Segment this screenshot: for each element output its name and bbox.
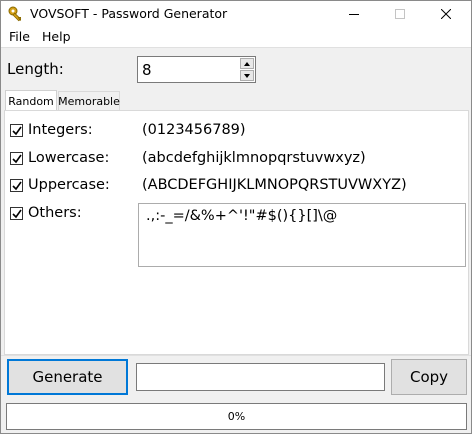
others-label: Others: <box>28 205 82 221</box>
length-label: Length: <box>7 60 64 78</box>
spin-buttons <box>240 58 254 81</box>
spin-down-button[interactable] <box>240 70 254 81</box>
spin-up-button[interactable] <box>240 58 254 69</box>
random-tab-panel: Integers: (0123456789) Lowercase: (abcde… <box>4 110 469 355</box>
close-icon <box>441 9 451 19</box>
checkmark-icon <box>12 209 22 219</box>
tab-memorable[interactable]: Memorable <box>58 91 120 111</box>
uppercase-checkbox[interactable] <box>10 179 23 192</box>
maximize-button[interactable] <box>377 1 423 27</box>
length-value[interactable]: 8 <box>142 61 152 79</box>
uppercase-label: Uppercase: <box>28 177 110 193</box>
integers-chars: (0123456789) <box>142 122 246 138</box>
password-output-field[interactable] <box>136 363 385 391</box>
menu-bar: File Help <box>1 27 471 47</box>
chevron-down-icon <box>244 73 250 78</box>
lowercase-chars: (abcdefghijklmnopqrstuvwxyz) <box>142 150 366 166</box>
lowercase-label: Lowercase: <box>28 150 110 166</box>
close-button[interactable] <box>423 1 469 27</box>
length-panel: Length: 8 <box>1 47 471 89</box>
integers-label: Integers: <box>28 122 93 138</box>
others-chars-field[interactable]: .,:-_=/&%+^'!"#$(){}[]\@ <box>138 203 466 267</box>
title-bar[interactable]: VOVSOFT - Password Generator <box>1 1 471 27</box>
checkmark-icon <box>12 181 22 191</box>
others-checkbox[interactable] <box>10 207 23 220</box>
progress-bar: 0% <box>6 403 467 430</box>
menu-file[interactable]: File <box>9 29 30 44</box>
copy-button[interactable]: Copy <box>391 359 467 395</box>
app-window: VOVSOFT - Password Generator File Help L… <box>0 0 472 434</box>
generate-button[interactable]: Generate <box>7 359 128 395</box>
checkmark-icon <box>12 126 22 136</box>
length-spinbox[interactable]: 8 <box>137 56 256 83</box>
window-title: VOVSOFT - Password Generator <box>30 6 228 21</box>
tab-random[interactable]: Random <box>5 90 57 111</box>
minimize-button[interactable] <box>331 1 377 27</box>
menu-help[interactable]: Help <box>42 29 71 44</box>
bottom-panel: Generate Copy 0% <box>1 355 471 433</box>
key-icon <box>8 6 24 22</box>
chevron-up-icon <box>244 61 250 66</box>
uppercase-chars: (ABCDEFGHIJKLMNOPQRSTUVWXYZ) <box>142 177 407 193</box>
checkmark-icon <box>12 154 22 164</box>
others-chars[interactable]: .,:-_=/&%+^'!"#$(){}[]\@ <box>146 208 337 224</box>
minimize-icon <box>349 13 359 15</box>
lowercase-checkbox[interactable] <box>10 152 23 165</box>
integers-checkbox[interactable] <box>10 124 23 137</box>
progress-text: 0% <box>227 410 246 423</box>
maximize-icon <box>395 9 405 19</box>
